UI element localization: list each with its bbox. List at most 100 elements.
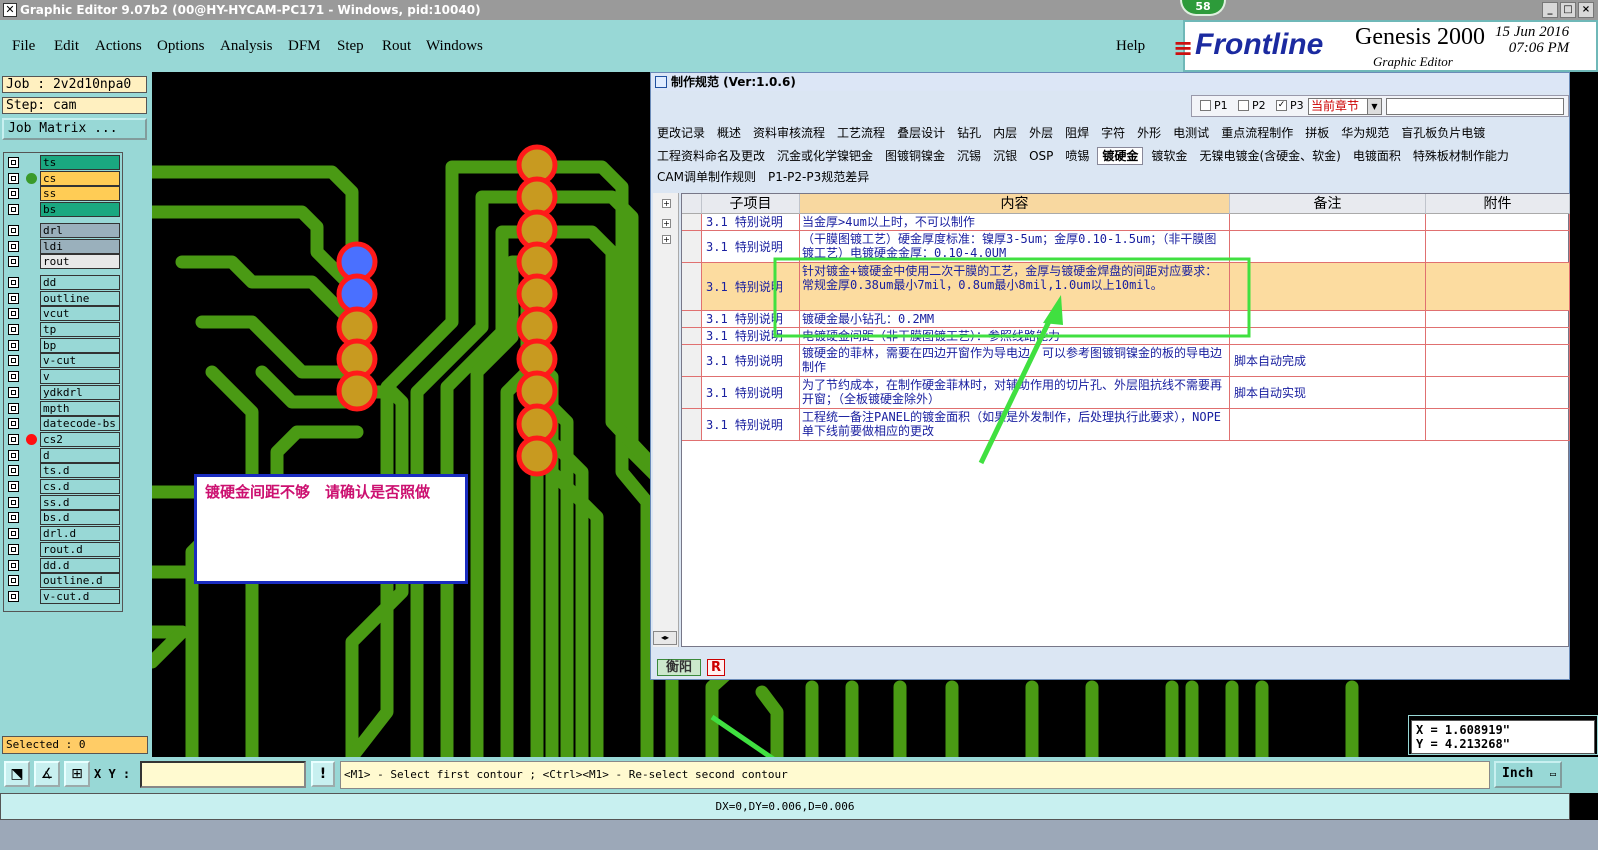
tab[interactable]: 外形 — [1133, 125, 1165, 143]
layer-name[interactable]: dd — [40, 274, 120, 290]
layer-row-vcut[interactable]: vcut — [6, 306, 120, 322]
table-row[interactable]: 3.1 特别说明 工程统一备注PANEL的镀金面积（如果是外发制作，后处理执行此要… — [682, 409, 1570, 441]
layer-checkbox[interactable] — [8, 543, 19, 555]
layer-row-outline[interactable]: outline — [6, 290, 120, 306]
layer-name[interactable]: cs2 — [40, 431, 120, 447]
measure-tool-icon[interactable]: ∡ — [34, 761, 60, 787]
layer-checkbox[interactable] — [8, 496, 19, 508]
layer-row-rout[interactable]: rout — [6, 254, 120, 270]
layer-row-datecode-bs[interactable]: datecode-bs — [6, 416, 120, 432]
footer-site-tab[interactable]: 衡阳 — [657, 659, 701, 676]
layer-name[interactable]: dd.d — [40, 557, 120, 573]
layer-row-ydkdrl[interactable]: ydkdrl — [6, 384, 120, 400]
layer-name[interactable]: ts.d — [40, 463, 120, 479]
snap-tool-icon[interactable]: ⬔ — [4, 761, 30, 787]
p3-checkbox[interactable]: ✓ — [1276, 100, 1287, 111]
expand-icon[interactable]: + — [662, 199, 671, 208]
tab[interactable]: 电测试 — [1169, 125, 1213, 143]
table-row[interactable]: 3.1 特别说明 为了节约成本，在制作硬金菲林时，对辅助作用的切片孔、外层阻抗线不… — [682, 377, 1570, 409]
layer-name[interactable]: outline.d — [40, 573, 120, 589]
tab[interactable]: OSP — [1025, 148, 1057, 166]
layer-checkbox[interactable] — [8, 433, 19, 445]
maximize-button[interactable]: □ — [1560, 2, 1576, 18]
menu-options[interactable]: Options — [157, 38, 205, 55]
layer-row-ts.d[interactable]: ts.d — [6, 463, 120, 479]
layer-row-bp[interactable]: bp — [6, 337, 120, 353]
layer-row-v[interactable]: v — [6, 369, 120, 385]
layer-row-ts[interactable]: ts — [6, 155, 120, 170]
layer-name[interactable]: v-cut — [40, 353, 120, 369]
alert-icon[interactable]: ! — [311, 761, 335, 787]
tab[interactable]: 阻焊 — [1061, 125, 1093, 143]
layer-checkbox[interactable] — [8, 276, 19, 288]
layer-name[interactable]: bp — [40, 337, 120, 353]
layer-name[interactable]: cs — [40, 170, 120, 186]
layer-row-bs.d[interactable]: bs.d — [6, 510, 120, 526]
tab[interactable]: 镀硬金 — [1097, 147, 1144, 165]
expand-icon[interactable]: + — [662, 235, 671, 244]
tab[interactable]: 华为规范 — [1337, 125, 1393, 143]
layer-row-cs[interactable]: cs — [6, 170, 120, 186]
table-row[interactable]: 3.1 特别说明 电镀硬金间距（非干膜图镀工艺）：参照线路能力 — [682, 328, 1570, 345]
layer-name[interactable]: datecode-bs — [40, 416, 120, 432]
layer-name[interactable]: ts — [40, 155, 120, 170]
layer-name[interactable]: cs.d — [40, 479, 120, 494]
layer-row-outline.d[interactable]: outline.d — [6, 573, 120, 589]
table-row[interactable]: 3.1 特别说明 针对镀金+镀硬金中使用二次干膜的工艺，金厚与镀硬金焊盘的间距对应… — [682, 263, 1570, 311]
menu-edit[interactable]: Edit — [54, 38, 79, 55]
layer-row-tp[interactable]: tp — [6, 322, 120, 337]
layer-name[interactable]: tp — [40, 322, 120, 337]
layer-checkbox[interactable] — [8, 371, 19, 383]
chapter-select[interactable]: 当前章节 ▼ — [1308, 98, 1382, 115]
p1-checkbox[interactable] — [1200, 100, 1211, 111]
layer-checkbox[interactable] — [8, 157, 19, 168]
layer-name[interactable]: drl.d — [40, 526, 120, 542]
layer-row-drl.d[interactable]: drl.d — [6, 526, 120, 542]
layer-row-ldi[interactable]: ldi — [6, 238, 120, 254]
layer-checkbox[interactable] — [8, 172, 19, 184]
layer-name[interactable]: rout — [40, 254, 120, 270]
tab[interactable]: 图镀铜镍金 — [881, 148, 949, 166]
table-row[interactable]: 3.1 特别说明 镀硬金最小钻孔：0.2MM — [682, 311, 1570, 328]
layer-checkbox[interactable] — [8, 324, 19, 335]
layer-checkbox[interactable] — [8, 449, 19, 461]
tab[interactable]: 资料审核流程 — [749, 125, 829, 143]
menu-file[interactable]: File — [12, 38, 35, 55]
layer-checkbox[interactable] — [8, 465, 19, 477]
tab[interactable]: 叠层设计 — [893, 125, 949, 143]
tab[interactable]: P1-P2-P3规范差异 — [764, 169, 873, 187]
tab[interactable]: 无镍电镀金(含硬金、软金) — [1195, 148, 1344, 166]
layer-name[interactable]: v-cut.d — [40, 588, 120, 604]
p2-checkbox[interactable] — [1238, 100, 1249, 111]
layer-row-ss[interactable]: ss — [6, 186, 120, 202]
dialog-search-input[interactable] — [1386, 98, 1564, 115]
layer-name[interactable]: ss.d — [40, 494, 120, 510]
layer-checkbox[interactable] — [8, 402, 19, 414]
layer-row-d[interactable]: d — [6, 447, 120, 463]
column-header-content[interactable]: 内容 — [800, 194, 1230, 214]
layer-row-cs2[interactable]: cs2 — [6, 431, 120, 447]
layer-checkbox[interactable] — [8, 355, 19, 367]
layer-name[interactable]: bs — [40, 202, 120, 218]
layer-checkbox[interactable] — [8, 188, 19, 200]
tab[interactable]: 沉金或化学镍钯金 — [773, 148, 877, 166]
layer-row-cs.d[interactable]: cs.d — [6, 479, 120, 494]
minimize-button[interactable]: _ — [1542, 2, 1558, 18]
layer-checkbox[interactable] — [8, 481, 19, 492]
layer-name[interactable]: mpth — [40, 400, 120, 416]
tab[interactable]: 字符 — [1097, 125, 1129, 143]
tab[interactable]: 外层 — [1025, 125, 1057, 143]
layer-name[interactable]: d — [40, 447, 120, 463]
job-matrix-button[interactable]: Job Matrix ... — [2, 118, 147, 140]
layer-checkbox[interactable] — [8, 559, 19, 571]
menu-step[interactable]: Step — [337, 38, 364, 55]
menu-dfm[interactable]: DFM — [288, 38, 321, 55]
layer-checkbox[interactable] — [8, 240, 19, 252]
layer-row-drl[interactable]: drl — [6, 222, 120, 238]
column-header-attachment[interactable]: 附件 — [1426, 194, 1570, 214]
menu-actions[interactable]: Actions — [95, 38, 142, 55]
tab[interactable]: 钻孔 — [953, 125, 985, 143]
layer-row-bs[interactable]: bs — [6, 202, 120, 218]
table-row[interactable]: 3.1 特别说明 镀硬金的菲林，需要在四边开窗作为导电边，可以参考图镀铜镍金的板的… — [682, 345, 1570, 377]
xy-input[interactable] — [140, 761, 306, 788]
